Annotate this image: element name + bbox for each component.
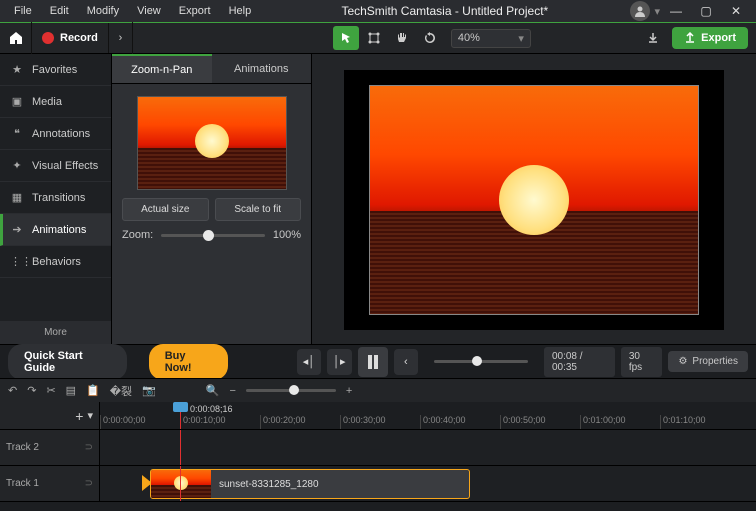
sidebar-item-visual-effects[interactable]: ✦Visual Effects [0,150,111,182]
buy-now-button[interactable]: Buy Now! [149,344,229,380]
clip-sunset[interactable]: sunset-8331285_1280 [150,469,470,499]
record-dropdown[interactable]: › [109,22,133,54]
sidebar: ★Favorites ▣Media ❝Annotations ✦Visual E… [0,54,112,344]
clip-label: sunset-8331285_1280 [211,479,319,490]
record-button[interactable]: Record [32,23,109,53]
track-lane-2[interactable] [100,430,756,465]
redo-button[interactable]: ↷ [27,384,36,397]
track-add-area: + ▾ [0,402,100,429]
star-icon: ★ [10,63,24,76]
window-title: TechSmith Camtasia - Untitled Project* [261,4,628,18]
zoom-label: Zoom: [122,229,153,241]
prev-marker-button[interactable]: ‹ [394,349,418,375]
track-header-1[interactable]: Track 1⊃ [0,466,100,501]
export-button[interactable]: Export [672,27,748,49]
user-menu[interactable] [630,1,650,21]
home-button[interactable] [0,22,32,54]
menu-help[interactable]: Help [221,2,260,20]
add-track-button[interactable]: + [75,408,83,424]
timeline-zoom-slider[interactable] [246,389,336,392]
media-icon: ▣ [10,95,24,108]
main-toolbar: Record › 40%▾ Export [0,22,756,54]
paste-button[interactable]: 📋 [86,384,100,397]
properties-button[interactable]: ⚙Properties [668,351,748,372]
zoom-fit-icon[interactable]: 🔍 [206,384,220,397]
snapshot-button[interactable]: 📷 [142,384,156,397]
scrub-slider[interactable] [434,360,528,363]
canvas-frame[interactable] [344,70,724,330]
prev-frame-button[interactable]: ◂│ [297,349,321,375]
effects-icon: ✦ [10,159,24,172]
gear-icon: ⚙ [678,356,687,367]
quick-start-button[interactable]: Quick Start Guide [8,344,127,380]
magnet-icon[interactable]: ⊃ [85,442,93,453]
behaviors-icon: ⋮⋮ [10,255,24,268]
sidebar-item-animations[interactable]: ➔Animations [0,214,111,246]
minimize-button[interactable]: — [662,4,690,18]
close-button[interactable]: ✕ [722,4,750,18]
next-frame-button[interactable]: │▸ [327,349,351,375]
sidebar-item-annotations[interactable]: ❝Annotations [0,118,111,150]
crop-tool[interactable] [361,26,387,50]
actual-size-button[interactable]: Actual size [122,198,209,221]
menu-bar: File Edit Modify View Export Help TechSm… [0,0,756,22]
playhead-time: 0:00:08;16 [190,404,233,414]
pan-tool[interactable] [389,26,415,50]
select-tool[interactable] [333,26,359,50]
export-icon [684,32,696,44]
preview-thumbnail[interactable] [137,96,287,190]
user-dropdown-icon[interactable]: ▾ [654,5,660,18]
undo-button[interactable]: ↶ [8,384,17,397]
sidebar-item-media[interactable]: ▣Media [0,86,111,118]
animations-icon: ➔ [10,223,24,236]
download-button[interactable] [640,26,666,50]
canvas-area [312,54,756,344]
cut-button[interactable]: ✂ [46,384,55,397]
play-pause-button[interactable] [358,347,388,377]
track-lane-1[interactable]: sunset-8331285_1280 [100,466,756,501]
menu-file[interactable]: File [6,2,40,20]
zoom-dropdown[interactable]: 40%▾ [451,29,531,48]
panel-tab-zoom-pan[interactable]: Zoom-n-Pan [112,54,212,84]
copy-button[interactable]: ▤ [66,384,76,397]
playback-bar: Quick Start Guide Buy Now! ◂│ │▸ ‹ 00:08… [0,344,756,378]
menu-edit[interactable]: Edit [42,2,77,20]
maximize-button[interactable]: ▢ [692,4,720,18]
playhead[interactable] [180,402,181,429]
track-header-2[interactable]: Track 2⊃ [0,430,100,465]
zoom-slider[interactable] [161,234,265,237]
zoom-out-button[interactable]: − [229,385,235,397]
clip-thumbnail [151,470,211,498]
timeline-toolbar: ↶ ↷ ✂ ▤ 📋 �裂 📷 🔍 − + [0,378,756,402]
panel-tab-animations[interactable]: Animations [212,54,312,84]
menu-view[interactable]: View [129,2,169,20]
fps-display[interactable]: 30 fps [621,347,663,377]
properties-panel: Zoom-n-Pan Animations Actual size Scale … [112,54,312,344]
timecode-display: 00:08 / 00:35 [544,347,615,377]
annotations-icon: ❝ [10,127,24,140]
sidebar-more[interactable]: More [0,321,111,344]
timeline: + ▾ 0:00:08;16 0:00:00;00 0:00:10;00 0:0… [0,402,756,511]
canvas-tools: 40%▾ [333,23,531,53]
track-menu-button[interactable]: ▾ [87,409,93,422]
canvas-content[interactable] [369,85,699,315]
scale-to-fit-button[interactable]: Scale to fit [215,198,302,221]
rotate-tool[interactable] [417,26,443,50]
zoom-value: 100% [273,229,301,241]
menu-export[interactable]: Export [171,2,219,20]
magnet-icon[interactable]: ⊃ [85,478,93,489]
split-button[interactable]: �裂 [110,383,132,399]
record-icon [42,32,54,44]
time-ruler[interactable]: 0:00:08;16 0:00:00;00 0:00:10;00 0:00:20… [100,402,756,429]
menu-modify[interactable]: Modify [79,2,127,20]
transitions-icon: ▦ [10,191,24,204]
sidebar-item-transitions[interactable]: ▦Transitions [0,182,111,214]
zoom-in-button[interactable]: + [346,385,352,397]
sidebar-item-favorites[interactable]: ★Favorites [0,54,111,86]
sidebar-item-behaviors[interactable]: ⋮⋮Behaviors [0,246,111,278]
